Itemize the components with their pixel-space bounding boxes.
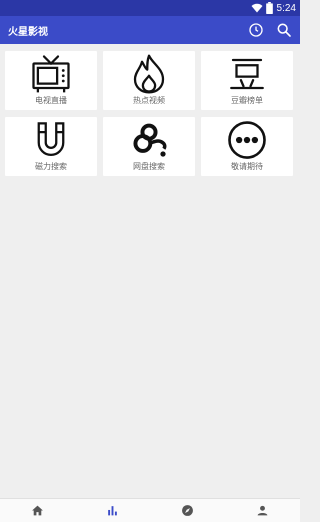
- history-icon[interactable]: [248, 22, 264, 38]
- cloud-drive-icon: [133, 123, 167, 157]
- tile-label: 敬请期待: [231, 162, 263, 171]
- more-icon: [228, 121, 266, 159]
- tv-icon: [32, 55, 70, 93]
- tile-cloud-search[interactable]: 网盘搜索: [103, 117, 195, 176]
- tile-label: 磁力搜索: [35, 162, 67, 171]
- wifi-icon: [251, 3, 263, 13]
- app-bar-actions: [236, 16, 292, 44]
- bar-chart-icon: [108, 506, 117, 516]
- tile-label: 豆瓣榜单: [231, 96, 263, 105]
- compass-icon: [182, 505, 193, 516]
- page-title: 火星影视: [8, 26, 48, 38]
- nav-profile[interactable]: [225, 499, 300, 522]
- douban-icon: [230, 58, 264, 90]
- tile-hot-video[interactable]: 热点视频: [103, 51, 195, 110]
- magnet-icon: [37, 122, 65, 157]
- home-icon: [32, 505, 43, 516]
- nav-discover[interactable]: [150, 499, 225, 522]
- battery-icon: [265, 2, 273, 14]
- tile-label: 电视直播: [35, 96, 67, 105]
- tile-label: 网盘搜索: [133, 162, 165, 171]
- nav-home[interactable]: [0, 499, 75, 522]
- tile-label: 热点视频: [133, 96, 165, 105]
- status-bar: 5:24: [0, 0, 300, 16]
- nav-rankings[interactable]: [75, 499, 150, 522]
- feature-grid: 电视直播 热点视频 豆瓣榜单 磁力搜索 网盘搜索 敬请期待: [5, 51, 295, 176]
- person-icon: [257, 505, 268, 516]
- bottom-navigation: [0, 498, 300, 522]
- flame-icon: [133, 54, 165, 94]
- status-time: 5:24: [276, 2, 296, 14]
- tile-tv-live[interactable]: 电视直播: [5, 51, 97, 110]
- tile-magnet-search[interactable]: 磁力搜索: [5, 117, 97, 176]
- tile-douban-rank[interactable]: 豆瓣榜单: [201, 51, 293, 110]
- search-icon[interactable]: [276, 22, 292, 38]
- app-bar: 火星影视: [0, 16, 300, 44]
- tile-coming-soon[interactable]: 敬请期待: [201, 117, 293, 176]
